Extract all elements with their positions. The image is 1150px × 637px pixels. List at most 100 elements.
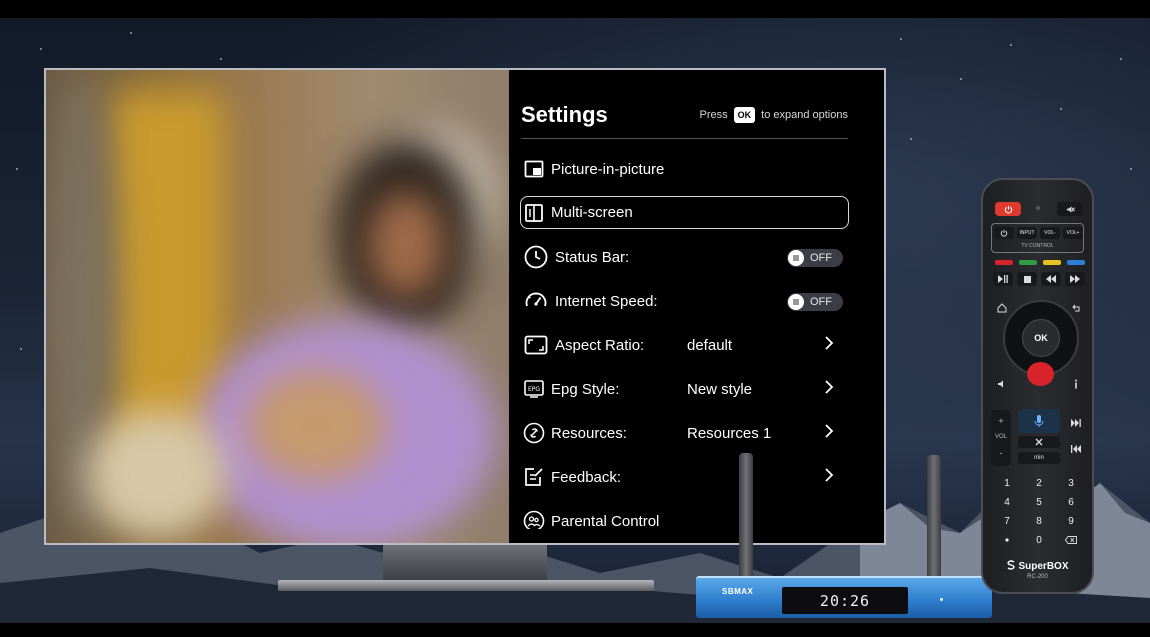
menu-item-status-bar[interactable]: Status Bar: OFF <box>521 241 849 273</box>
home-icon <box>997 303 1007 313</box>
tv-vol-down-button[interactable]: VOL- <box>1040 227 1060 239</box>
menu-item-multi-screen[interactable]: Multi-screen <box>520 196 849 229</box>
info-icon <box>1075 379 1077 389</box>
backspace-icon <box>1065 536 1077 544</box>
menu-item-label: Picture-in-picture <box>551 160 665 178</box>
next-track-button[interactable] <box>1067 416 1085 430</box>
internet-speed-toggle[interactable]: OFF <box>787 293 843 311</box>
digit-6-button[interactable]: 6 <box>1057 495 1085 509</box>
menu-item-label: Parental Control <box>551 512 660 530</box>
blurred-video-preview <box>46 70 509 543</box>
delete-button[interactable] <box>1057 533 1085 547</box>
play-pause-button[interactable] <box>993 272 1013 286</box>
digit-0-button[interactable]: 0 <box>1025 533 1053 547</box>
play-pause-icon <box>998 275 1008 283</box>
mute-icon <box>1066 205 1075 213</box>
hint-press-text: Press <box>699 109 728 121</box>
resources-value: Resources 1 <box>687 424 772 442</box>
ok-key-badge: OK <box>733 107 756 123</box>
info-button[interactable] <box>1069 378 1083 390</box>
remote-control: INPUT VOL- VOL+ TV CONTROL OK + VOL - mi… <box>981 178 1094 594</box>
remote-brand-logo: SuperBOX <box>983 560 1092 572</box>
epg-icon: EPG <box>523 378 545 400</box>
digit-7-button[interactable]: 7 <box>993 514 1021 528</box>
settings-title: Settings <box>521 102 608 127</box>
status-bar-toggle[interactable]: OFF <box>787 249 843 267</box>
menu-item-feedback[interactable]: Feedback: <box>521 461 849 493</box>
back-button[interactable] <box>1069 302 1083 314</box>
tv-box-device: SBMAX 20:26 <box>696 576 992 618</box>
remote-power-button[interactable] <box>995 202 1021 216</box>
menu-item-epg-style[interactable]: EPG Epg Style: New style <box>521 373 849 405</box>
digit-8-button[interactable]: 8 <box>1025 514 1053 528</box>
antenna-left <box>739 453 753 579</box>
superbox-logo-icon <box>1007 560 1016 570</box>
ok-button[interactable]: OK <box>1022 319 1060 357</box>
home-button[interactable] <box>995 302 1009 314</box>
digit-3-button[interactable]: 3 <box>1057 476 1085 490</box>
remote-mute-button[interactable] <box>1057 202 1083 216</box>
tools-button[interactable] <box>1018 436 1060 448</box>
digit-1-button[interactable]: 1 <box>993 476 1021 490</box>
menu-item-internet-speed[interactable]: Internet Speed: OFF <box>521 285 849 317</box>
rewind-icon <box>1046 275 1056 283</box>
menu-item-resources[interactable]: Resources: Resources 1 <box>521 417 849 449</box>
epg-style-value: New style <box>687 380 753 398</box>
power-icon <box>1000 229 1008 237</box>
settings-button[interactable] <box>995 378 1009 390</box>
vol-minus-label: - <box>999 448 1003 458</box>
remote-red-button[interactable] <box>995 260 1013 265</box>
tv-power-button[interactable] <box>994 227 1014 239</box>
menu-item-label: Resources: <box>551 424 627 442</box>
stop-icon <box>1023 275 1031 283</box>
digit-9-button[interactable]: 9 <box>1057 514 1085 528</box>
menu-item-label: Status Bar: <box>555 248 630 266</box>
min-button[interactable]: min <box>1018 452 1060 464</box>
settings-panel: Settings Press OK to expand options Pict… <box>509 70 884 543</box>
box-clock-display: 20:26 <box>782 587 908 614</box>
menu-item-picture-in-picture[interactable]: Picture-in-picture <box>521 153 849 185</box>
box-brand-logo: SBMAX <box>722 587 754 596</box>
letterbox-top <box>0 0 1150 18</box>
tv-stand-neck <box>383 545 547 581</box>
remote-blue-button[interactable] <box>1067 260 1085 265</box>
chevron-right-icon <box>825 424 834 438</box>
fast-forward-icon <box>1070 275 1080 283</box>
digit-2-button[interactable]: 2 <box>1025 476 1053 490</box>
back-icon <box>1072 304 1080 312</box>
box-status-led <box>940 598 943 601</box>
pip-icon <box>523 158 545 180</box>
dot-icon <box>1005 538 1009 542</box>
rewind-button[interactable] <box>1041 272 1061 286</box>
vol-label: VOL <box>994 434 1007 440</box>
toggle-state: OFF <box>810 252 832 264</box>
chevron-right-icon <box>825 336 834 350</box>
title-divider <box>521 138 848 139</box>
digit-5-button[interactable]: 5 <box>1025 495 1053 509</box>
remote-green-button[interactable] <box>1019 260 1037 265</box>
resources-icon <box>523 422 545 444</box>
tv-stand-base <box>278 580 654 591</box>
panel-bottom-edge <box>509 529 884 543</box>
remote-yellow-button[interactable] <box>1043 260 1061 265</box>
vol-plus-label: + <box>998 416 1004 426</box>
hint-suffix-text: to expand options <box>761 109 848 121</box>
expand-options-hint: Press OK to expand options <box>700 107 848 123</box>
antenna-right <box>927 455 941 579</box>
voice-search-button[interactable] <box>1018 409 1060 433</box>
tv-input-button[interactable]: INPUT <box>1017 227 1037 239</box>
digit-4-button[interactable]: 4 <box>993 495 1021 509</box>
fast-forward-button[interactable] <box>1065 272 1085 286</box>
stop-button[interactable] <box>1017 272 1037 286</box>
toggle-knob <box>788 294 804 310</box>
menu-item-label: Feedback: <box>551 468 622 486</box>
dot-button[interactable] <box>993 533 1021 547</box>
previous-track-button[interactable] <box>1067 442 1085 456</box>
toggle-knob <box>788 250 804 266</box>
menu-item-label: Multi-screen <box>551 204 633 221</box>
next-track-icon <box>1071 419 1081 427</box>
aspect-ratio-icon <box>523 333 549 357</box>
tv-vol-up-button[interactable]: VOL+ <box>1063 227 1083 239</box>
menu-item-aspect-ratio[interactable]: Aspect Ratio: default <box>521 329 849 361</box>
speedometer-icon <box>523 288 549 314</box>
